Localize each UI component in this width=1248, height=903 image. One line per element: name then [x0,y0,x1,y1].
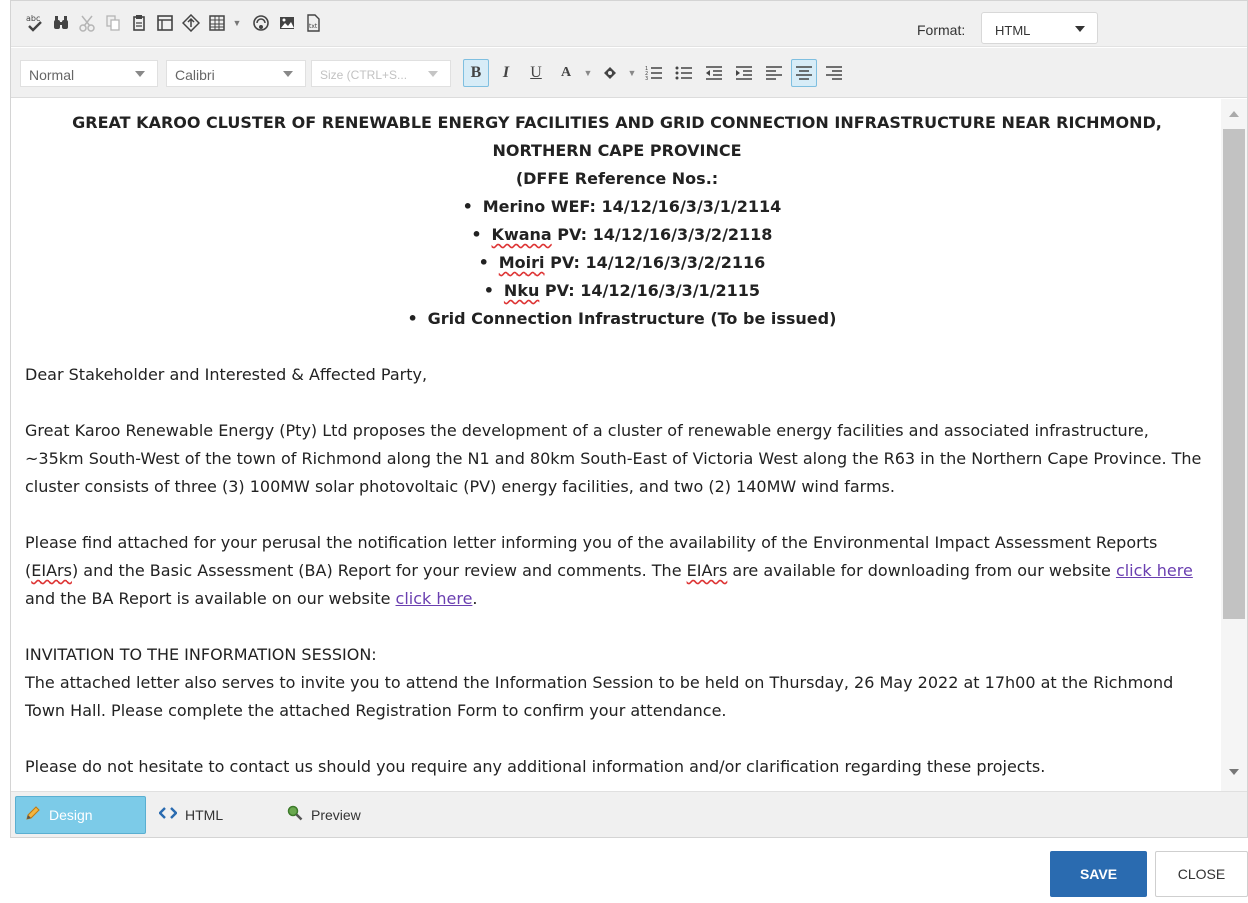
bullet-icon: • [483,281,495,300]
scroll-down-icon[interactable] [1229,769,1239,775]
rich-text-editor: abc ▼ txt Format: HTML Normal Calibri Si… [10,0,1248,838]
list-item: • Merino WEF: 14/12/16/3/3/1/2114 [25,193,1209,221]
close-button[interactable]: CLOSE [1155,851,1248,897]
highlight-color-icon[interactable] [597,59,623,87]
reference-text: PV: 14/12/16/3/3/2/2116 [544,253,766,272]
greeting: Dear Stakeholder and Interested & Affect… [25,365,428,384]
tab-design[interactable]: Design [15,796,146,834]
align-right-icon[interactable] [821,59,847,87]
text-run: ) and the Basic Assessment (BA) Report f… [71,561,687,580]
svg-text:3: 3 [645,76,648,81]
bullet-icon: • [462,197,473,216]
outdent-icon[interactable] [701,59,727,87]
font-color-button[interactable]: A [553,59,579,87]
heading-line-3: (DFFE Reference Nos.: [515,169,719,188]
list-item: • Kwana PV: 14/12/16/3/3/2/2118 [25,221,1209,249]
font-name-select[interactable]: Calibri [166,60,306,87]
reference-text: PV: 14/12/16/3/3/2/2118 [551,225,773,244]
chevron-down-icon[interactable]: ▼ [583,59,593,87]
tab-preview[interactable]: Preview [287,796,407,834]
pencil-icon [25,805,41,825]
bullet-icon: • [407,309,418,328]
editor-toolbar-top: abc ▼ txt Format: HTML [11,1,1247,47]
paste-icon[interactable] [127,10,151,36]
list-item: • Nku PV: 14/12/16/3/3/1/2115 [25,277,1209,305]
ba-report-link[interactable]: click here [396,589,473,608]
spelling-flag[interactable]: Kwana [492,225,552,244]
spelling-flag[interactable]: Nku [504,281,539,300]
eiars-download-link[interactable]: click here [1116,561,1193,580]
insert-symbol-icon[interactable] [179,10,203,36]
text-run: . [472,589,478,608]
bullet-icon: • [478,253,489,272]
svg-text:txt: txt [309,23,318,30]
reference-text: Grid Connection Infrastructure (To be is… [427,309,837,328]
chevron-down-icon [135,71,145,77]
text-run: and the BA Report is available on our we… [25,589,396,608]
editor-content-area[interactable]: GREAT KAROO CLUSTER OF RENEWABLE ENERGY … [11,99,1221,791]
chevron-down-icon [1075,26,1085,32]
content-scrollbar[interactable] [1221,99,1247,791]
tab-label: Design [49,807,93,823]
editor-mode-bar: Design HTML Preview [11,791,1247,837]
list-item: • Grid Connection Infrastructure (To be i… [25,305,1209,333]
numbered-list-icon[interactable]: 123 [641,59,667,87]
paragraph-style-value: Normal [29,67,75,83]
spelling-flag[interactable]: Moiri [499,253,545,272]
document-manager-icon[interactable]: txt [301,10,325,36]
format-select-value: HTML [995,23,1031,38]
list-item: • Moiri PV: 14/12/16/3/3/2/2116 [25,249,1209,277]
heading-line-2: NORTHERN CAPE PROVINCE [492,141,742,160]
save-button[interactable]: SAVE [1050,851,1147,897]
find-icon[interactable] [49,10,73,36]
align-center-icon[interactable] [791,59,817,87]
spellcheck-icon[interactable]: abc [23,10,47,36]
svg-text:abc: abc [26,14,40,23]
reference-list: • Merino WEF: 14/12/16/3/3/1/2114 • Kwana … [25,193,1209,333]
font-name-value: Calibri [175,67,215,83]
bold-button[interactable]: B [463,59,489,87]
text-run: are available for downloading from our w… [727,561,1116,580]
paragraph-contact: Please do not hesitate to contact us sho… [25,757,1046,776]
paragraph-invitation: The attached letter also serves to invit… [25,673,1174,720]
spelling-flag[interactable]: EIArs [31,561,72,580]
magnifier-icon [287,805,303,825]
tab-html[interactable]: HTML [158,796,259,834]
dropdown-icon[interactable]: ▼ [231,10,243,36]
chevron-down-icon [283,71,293,77]
image-manager-icon[interactable] [275,10,299,36]
cut-icon[interactable] [75,10,99,36]
tab-label: Preview [311,807,361,823]
spelling-flag[interactable]: EIArs [687,561,728,580]
scrollbar-thumb[interactable] [1223,129,1245,619]
font-size-value: Size (CTRL+S... [320,68,408,82]
reference-text: Merino WEF: 14/12/16/3/3/1/2114 [482,197,782,216]
copy-icon[interactable] [101,10,125,36]
invitation-heading: INVITATION TO THE INFORMATION SESSION: [25,645,377,664]
bullet-icon: • [471,225,482,244]
code-icon [158,806,178,824]
link-manager-icon[interactable] [249,10,273,36]
heading-line-1: GREAT KAROO CLUSTER OF RENEWABLE ENERGY … [72,113,1162,132]
align-left-icon[interactable] [761,59,787,87]
table-icon[interactable] [205,10,229,36]
editor-toolbar-format: Normal Calibri Size (CTRL+S... B I U A ▼… [11,48,1247,98]
format-select[interactable]: HTML [981,12,1098,44]
paragraph-style-select[interactable]: Normal [20,60,158,87]
scroll-up-icon[interactable] [1229,111,1239,117]
format-label: Format: [917,22,966,38]
paragraph-intro: Great Karoo Renewable Energy (Pty) Ltd p… [25,421,1202,496]
font-size-select[interactable]: Size (CTRL+S... [311,60,451,87]
bulleted-list-icon[interactable] [671,59,697,87]
chevron-down-icon [428,71,438,77]
italic-button[interactable]: I [493,59,519,87]
template-icon[interactable] [153,10,177,36]
indent-icon[interactable] [731,59,757,87]
underline-button[interactable]: U [523,59,549,87]
paragraph-attachments: Please find attached for your perusal th… [25,529,1209,613]
tab-label: HTML [185,807,224,823]
reference-text: PV: 14/12/16/3/3/1/2115 [539,281,761,300]
chevron-down-icon[interactable]: ▼ [627,59,637,87]
